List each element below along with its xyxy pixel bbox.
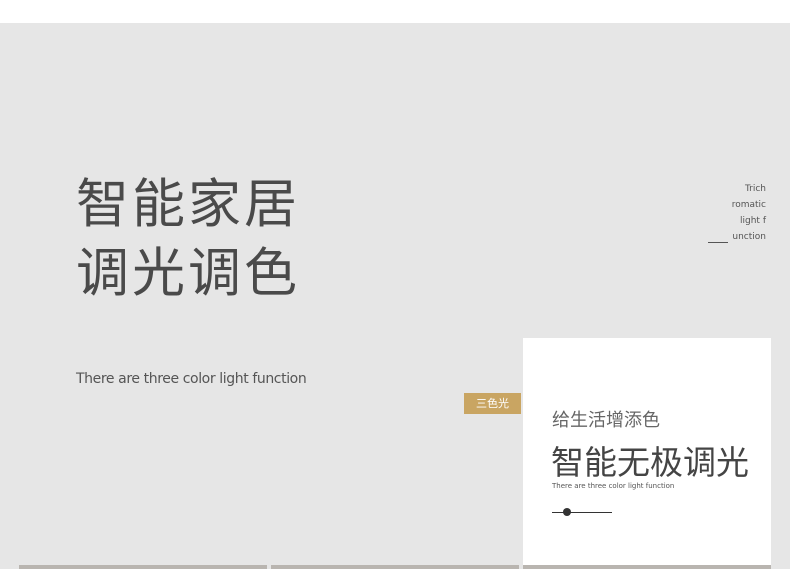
hero-title-line-2: 调光调色 — [76, 243, 300, 304]
dimming-slider-knob — [563, 508, 571, 516]
feature-card: 给生活增添色 智能无极调光 There are three color ligh… — [523, 338, 771, 569]
side-caption: Trich romatic light f unction — [732, 181, 766, 245]
card-caption: There are three color light function — [552, 482, 675, 490]
side-caption-rule — [708, 242, 728, 243]
bottom-strip-3 — [523, 565, 771, 569]
bottom-strip-1 — [19, 565, 267, 569]
side-caption-line-3: light f — [740, 216, 766, 226]
hero-panel: 智能家居 调光调色 There are three color light fu… — [0, 23, 790, 569]
bottom-strip-2 — [271, 565, 519, 569]
side-caption-line-2: romatic — [731, 200, 766, 210]
side-caption-line-1: Trich — [744, 184, 766, 194]
hero-subtitle: There are three color light function — [76, 371, 307, 387]
dimming-slider-track — [552, 512, 612, 513]
side-caption-line-4: unction — [732, 232, 766, 242]
three-color-light-tag: 三色光 — [464, 393, 521, 414]
hero-title-line-1: 智能家居 — [76, 174, 300, 235]
card-kicker: 给生活增添色 — [552, 410, 660, 431]
card-title: 智能无极调光 — [551, 443, 749, 482]
